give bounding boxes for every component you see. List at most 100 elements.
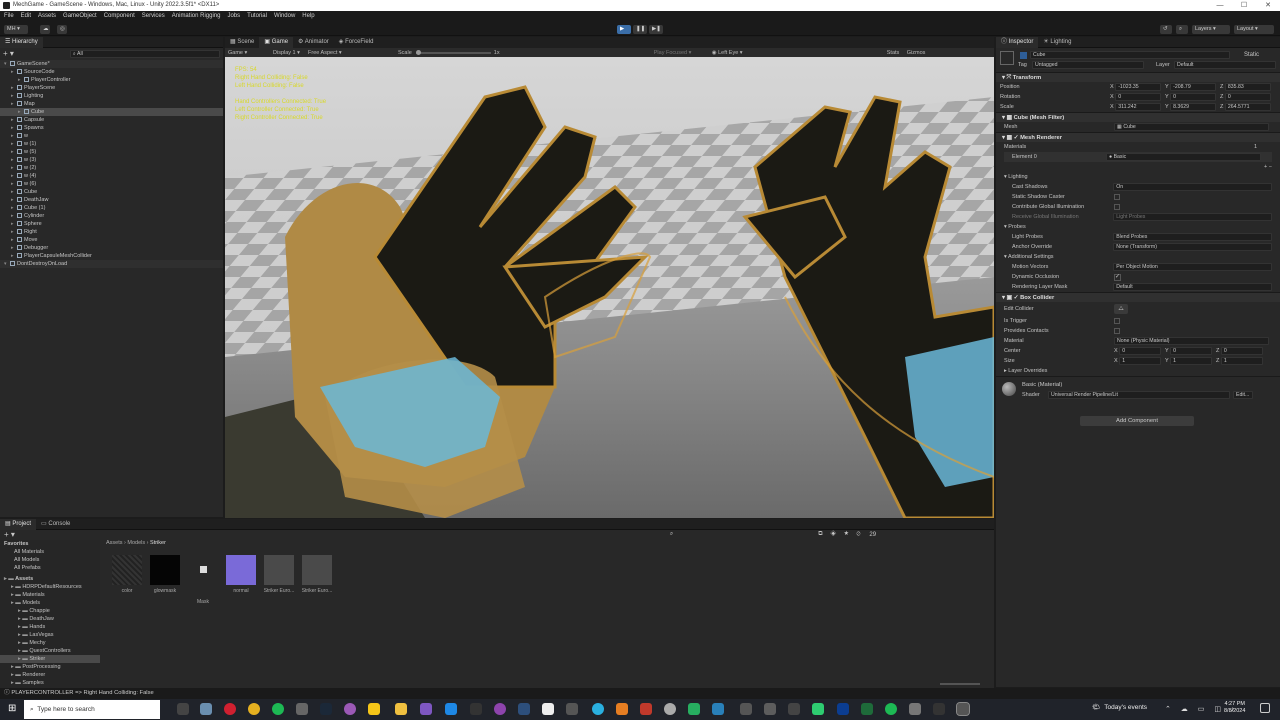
materials-label[interactable]: Materials (1004, 142, 1254, 152)
active-checkbox[interactable] (1020, 51, 1027, 59)
mesh-renderer-header[interactable]: ▾ ▦ ✓ Mesh Renderer (996, 132, 1280, 142)
asset-item[interactable]: glowmask (148, 555, 182, 594)
menu-tutorial[interactable]: Tutorial (247, 11, 267, 22)
light-probes-dropdown[interactable]: Blend Probes (1113, 233, 1272, 241)
app-icon-blender[interactable] (616, 703, 628, 715)
app-icon-tool-3[interactable] (788, 703, 800, 715)
asset-item[interactable]: Striker Euro... (300, 555, 334, 594)
probes-section[interactable]: ▾ Probes (1004, 222, 1272, 232)
folder-item[interactable]: ▸ ▬ Materials (0, 591, 100, 599)
menu-file[interactable]: File (4, 11, 14, 22)
close-button[interactable]: ✕ (1256, 0, 1280, 11)
transform-y-field[interactable]: 0 (1170, 92, 1217, 101)
step-button[interactable]: ▶❚ (649, 24, 663, 34)
project-filter-icons[interactable]: ⧉ ◈ ★ ⊘ (818, 531, 863, 538)
receive-gi-dropdown[interactable]: Light Probes (1113, 213, 1272, 221)
app-icon-vscode[interactable] (445, 703, 457, 715)
app-icon-meta[interactable] (664, 703, 676, 715)
app-icon-chrome[interactable] (248, 703, 260, 715)
folder-item[interactable]: ▸ ▬ Assets (0, 575, 100, 583)
app-icon-steam[interactable] (320, 703, 332, 715)
aspect-dropdown[interactable]: Free Aspect ▾ (308, 50, 398, 56)
transform-z-field[interactable]: 264.5771 (1224, 102, 1271, 111)
asset-item[interactable]: color (110, 555, 144, 594)
transform-x-field[interactable]: 311.242 (1115, 102, 1162, 111)
app-icon-meta-2[interactable] (933, 703, 945, 715)
transform-y-field[interactable]: -208.79 (1170, 82, 1217, 91)
eye-dropdown[interactable]: ◉ Left Eye ▾ (712, 50, 762, 56)
menu-jobs[interactable]: Jobs (227, 11, 240, 22)
history-icon[interactable]: ↺ (1160, 24, 1172, 34)
breadcrumb-striker[interactable]: Striker (150, 540, 166, 546)
cloud-icon[interactable]: ☁ (40, 24, 50, 34)
folder-item[interactable]: ▸ ▬ QuestControllers (0, 647, 100, 655)
menu-help[interactable]: Help (302, 11, 314, 22)
element-0-field[interactable]: ● Basic (1106, 153, 1261, 161)
transform-header[interactable]: ▾ ⤧ Transform (996, 72, 1280, 82)
asset-item[interactable]: Mask (186, 555, 220, 605)
object-name-field[interactable]: Cube (1030, 51, 1230, 59)
menu-services[interactable]: Services (142, 11, 165, 22)
add-component-button[interactable]: Add Component (1080, 416, 1194, 426)
scale-slider-handle[interactable] (415, 49, 421, 55)
transform-z-field[interactable]: 0 (1224, 92, 1271, 101)
breadcrumb-assets[interactable]: Assets (106, 540, 123, 546)
hierarchy-item[interactable]: ▸ Right (0, 228, 223, 236)
hierarchy-item[interactable]: ▸ Lighting (0, 92, 223, 100)
app-icon-oculus[interactable] (494, 703, 506, 715)
pause-button[interactable]: ❚❚ (633, 24, 647, 34)
scale-slider[interactable] (415, 49, 491, 55)
hierarchy-item[interactable]: ▸ SourceCode (0, 68, 223, 76)
account-button[interactable]: MH ▾ (4, 24, 28, 34)
app-icon-tool-5[interactable] (909, 703, 921, 715)
folder-item[interactable]: ▸ ▬ PostProcessing (0, 663, 100, 671)
hierarchy-item[interactable]: ▸ PlayerController (0, 76, 223, 84)
hierarchy-item[interactable]: ▸ w (6) (0, 180, 223, 188)
folder-item[interactable]: ▸ ▬ Models (0, 599, 100, 607)
collab-icon[interactable]: ◎ (57, 24, 67, 34)
center-y-field[interactable]: 0 (1170, 346, 1213, 355)
hierarchy-item[interactable]: ▸ w (1) (0, 140, 223, 148)
app-icon-generic[interactable] (296, 703, 308, 715)
app-icon-tool-4[interactable] (812, 703, 824, 715)
physic-material-field[interactable]: None (Physic Material) (1114, 337, 1269, 345)
center-z-field[interactable]: 0 (1220, 346, 1263, 355)
mesh-field[interactable]: ▦ Cube (1114, 123, 1269, 131)
tab-hierarchy[interactable]: ☰ Hierarchy (0, 36, 43, 48)
lighting-section[interactable]: ▾ Lighting (1004, 172, 1272, 182)
app-icon-spotify[interactable] (272, 703, 284, 715)
app-icon-visual-studio[interactable] (420, 703, 432, 715)
box-collider-header[interactable]: ▾ ▣ ✓ Box Collider (996, 292, 1280, 302)
app-icon-tool-2[interactable] (764, 703, 776, 715)
layout-dropdown[interactable]: Layout ▾ (1234, 24, 1274, 34)
app-icon-opera[interactable] (224, 703, 236, 715)
shader-dropdown[interactable]: Universal Render Pipeline/Lit (1048, 391, 1230, 399)
motion-vectors-dropdown[interactable]: Per Object Motion (1113, 263, 1272, 271)
edit-collider-button[interactable]: ⧍ (1114, 304, 1128, 314)
tab-inspector[interactable]: ⓘ Inspector (996, 36, 1039, 48)
play-button[interactable]: ▶ (617, 24, 631, 34)
provides-contacts-checkbox[interactable] (1114, 328, 1120, 334)
dynamic-occlusion-checkbox[interactable]: ✓ (1114, 273, 1121, 281)
minimize-button[interactable]: — (1208, 0, 1232, 11)
transform-x-field[interactable]: 0 (1115, 92, 1162, 101)
app-icon-browser[interactable] (592, 703, 604, 715)
gizmos-toggle[interactable]: Gizmos (907, 50, 926, 56)
hierarchy-item[interactable]: ▸ Spawns (0, 124, 223, 132)
notifications-icon[interactable] (1260, 703, 1270, 713)
layer-dropdown[interactable]: Default (1174, 61, 1276, 69)
hierarchy-item[interactable]: ▸ Cylinder (0, 212, 223, 220)
menu-animation-rigging[interactable]: Animation Rigging (172, 11, 221, 22)
app-icon-active[interactable] (956, 702, 970, 716)
hierarchy-item[interactable]: ▸ Cube (1) (0, 204, 223, 212)
transform-z-field[interactable]: 835.83 (1224, 82, 1271, 91)
news-widget[interactable]: 🌤 Today's events (1092, 703, 1147, 712)
game-view[interactable]: FPS: 54 Right Hand Colliding: False Left H… (225, 57, 994, 518)
contribute-gi-checkbox[interactable] (1114, 204, 1120, 210)
game-mode-dropdown[interactable]: Game ▾ (228, 50, 273, 56)
size-y-field[interactable]: 1 (1170, 356, 1213, 365)
asset-item[interactable]: normal (224, 555, 258, 594)
clock[interactable]: 4:27 PM 8/8/2024 (1224, 701, 1245, 715)
tab-console[interactable]: ▭ Console (36, 519, 75, 530)
hierarchy-item[interactable]: ▸ Cube (0, 188, 223, 196)
